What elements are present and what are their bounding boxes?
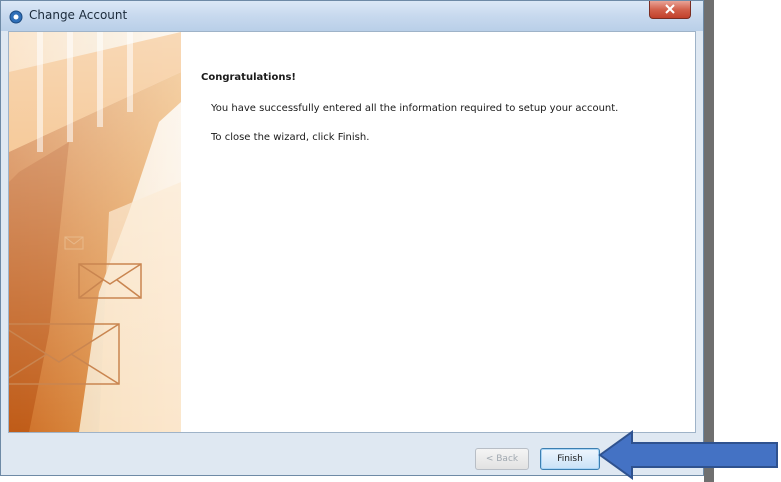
close-button[interactable]	[649, 1, 691, 19]
wizard-page: Congratulations! You have successfully e…	[8, 31, 696, 433]
arrow-left-icon	[598, 430, 779, 480]
background-window-edge	[704, 0, 714, 482]
back-button[interactable]: < Back	[475, 448, 529, 470]
screenshot: Change Account Congratulations! You have…	[0, 0, 781, 482]
finish-button[interactable]: Finish	[540, 448, 600, 470]
wizard-content: Congratulations! You have successfully e…	[201, 72, 681, 161]
wizard-button-bar: < Back Finish	[8, 433, 696, 473]
title-bar[interactable]: Change Account	[1, 1, 703, 31]
outlook-icon	[9, 9, 23, 24]
wizard-banner-image	[9, 32, 181, 432]
success-message: You have successfully entered all the in…	[211, 103, 619, 114]
window-title: Change Account	[29, 8, 128, 22]
close-instruction: To close the wizard, click Finish.	[211, 132, 370, 143]
change-account-dialog: Change Account Congratulations! You have…	[0, 0, 704, 476]
congratulations-heading: Congratulations!	[201, 72, 296, 83]
